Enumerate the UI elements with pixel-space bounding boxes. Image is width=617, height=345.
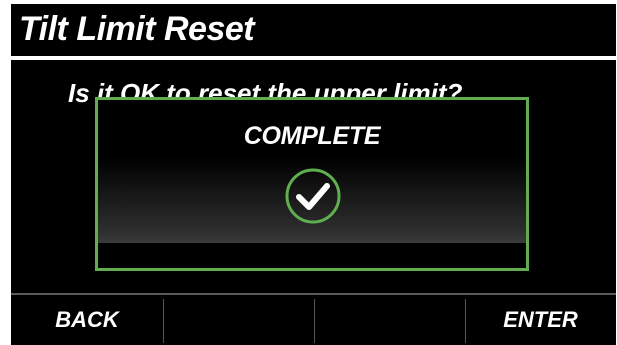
check-circle-icon	[277, 166, 349, 226]
page-title: Tilt Limit Reset	[19, 10, 255, 48]
softkey-2[interactable]	[163, 295, 314, 345]
softkey-3[interactable]	[314, 295, 465, 345]
back-button[interactable]: BACK	[11, 295, 163, 345]
dialog-title: COMPLETE	[243, 122, 381, 150]
complete-dialog: COMPLETE	[95, 97, 529, 271]
display-screen: Tilt Limit Reset Is it OK to reset the u…	[11, 4, 616, 345]
enter-button[interactable]: ENTER	[465, 295, 616, 345]
title-divider	[11, 56, 616, 60]
softkey-bar: BACK ENTER	[11, 293, 616, 345]
